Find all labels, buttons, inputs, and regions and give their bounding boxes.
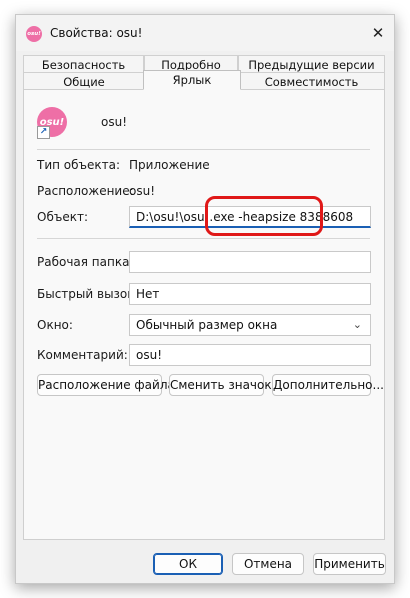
change-icon-button[interactable]: Сменить значок... xyxy=(169,374,283,396)
shortcut-name: osu! xyxy=(101,115,128,129)
open-file-location-button[interactable]: Расположение файла xyxy=(37,374,175,396)
cancel-button[interactable]: Отмена xyxy=(232,553,304,575)
workdir-label: Рабочая папка: xyxy=(37,255,134,269)
tab-shortcut[interactable]: Ярлык xyxy=(143,70,241,90)
tab-compatibility[interactable]: Совместимость xyxy=(238,72,385,90)
hotkey-label: Быстрый вызов: xyxy=(37,287,139,301)
divider xyxy=(37,238,370,239)
tab-security[interactable]: Безопасность xyxy=(23,55,144,73)
workdir-input[interactable] xyxy=(129,251,371,273)
apply-button[interactable]: Применить xyxy=(313,553,386,575)
properties-dialog: osu! Свойства: osu! ✕ Безопасность Подро… xyxy=(15,14,395,584)
ok-button[interactable]: ОК xyxy=(153,553,223,575)
type-value: Приложение xyxy=(129,158,210,172)
target-label: Объект: xyxy=(37,210,88,224)
window-mode-select[interactable]: Обычный размер окна ⌄ xyxy=(129,314,371,336)
type-label: Тип объекта: xyxy=(37,158,121,172)
tab-general[interactable]: Общие xyxy=(23,72,145,90)
title-bar: osu! Свойства: osu! ✕ xyxy=(16,15,394,51)
window-mode-value: Обычный размер окна xyxy=(136,318,278,332)
highlight-annotation xyxy=(205,196,323,236)
comment-input[interactable]: osu! xyxy=(129,344,371,366)
location-label: Расположение: xyxy=(37,184,134,198)
window-title: Свойства: osu! xyxy=(50,26,143,40)
hotkey-input[interactable]: Нет xyxy=(129,283,371,305)
tab-previous-versions[interactable]: Предыдущие версии xyxy=(238,55,385,73)
divider xyxy=(37,149,370,150)
window-mode-label: Окно: xyxy=(37,318,73,332)
advanced-button[interactable]: Дополнительно... xyxy=(272,374,384,396)
osu-app-icon: osu! xyxy=(26,26,42,42)
chevron-down-icon: ⌄ xyxy=(352,318,362,331)
location-value: osu! xyxy=(129,184,156,198)
close-button[interactable]: ✕ xyxy=(362,15,394,51)
shortcut-arrow-icon: ↗ xyxy=(37,126,50,139)
close-icon: ✕ xyxy=(371,24,385,42)
comment-label: Комментарий: xyxy=(37,348,128,362)
